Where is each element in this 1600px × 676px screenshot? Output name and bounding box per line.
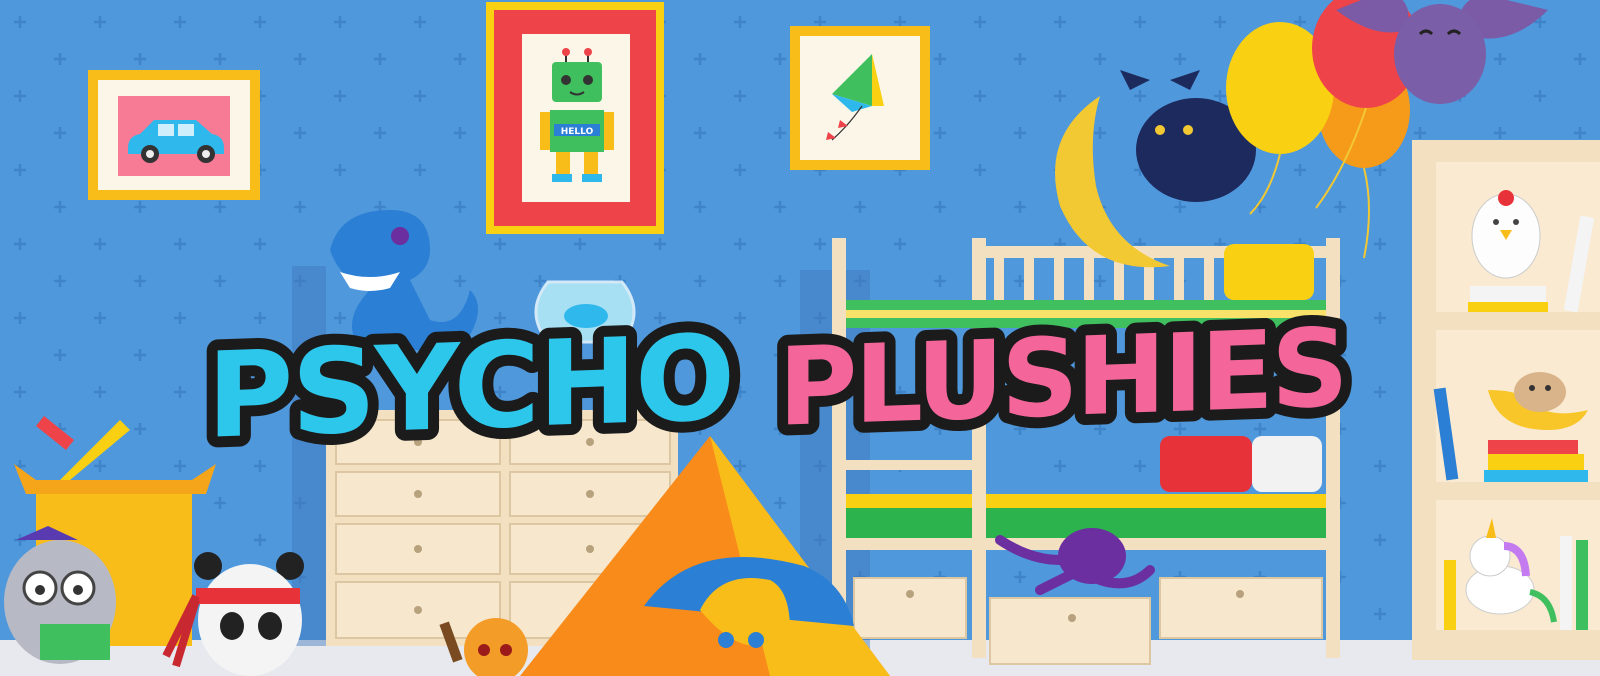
bedroom-background: HELLO: [0, 0, 1600, 676]
kite-picture-frame: [790, 26, 930, 170]
fishbowl: [534, 280, 636, 344]
robot-picture-frame: HELLO: [486, 2, 664, 234]
car-picture-frame: [88, 70, 260, 200]
robot-sign-text: HELLO: [561, 127, 594, 137]
game-title-screen: HELLO PSYCHO PSYCHO PLUSHIES PLUSHIES: [0, 0, 1600, 676]
